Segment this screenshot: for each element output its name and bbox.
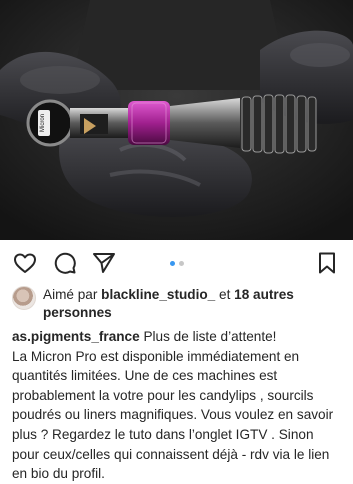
tattoo-machine-photo: Micron bbox=[0, 0, 353, 240]
carousel-dot-active bbox=[169, 261, 175, 266]
caption-text: Plus de liste d’attente! La Micron Pro e… bbox=[12, 329, 334, 482]
post-caption: as.pigments_france Plus de liste d’atten… bbox=[0, 322, 353, 484]
heart-icon[interactable] bbox=[12, 250, 38, 276]
caption-username[interactable]: as.pigments_france bbox=[12, 329, 140, 344]
carousel-dot bbox=[178, 261, 184, 266]
machine-label: Micron bbox=[40, 114, 46, 132]
paper-plane-icon[interactable] bbox=[91, 250, 117, 276]
post-actions-bar bbox=[0, 240, 353, 286]
likes-summary: Aimé par blackline_studio_ et 18 autres … bbox=[0, 286, 353, 322]
post-image[interactable]: Micron bbox=[0, 0, 353, 240]
carousel-indicator bbox=[169, 261, 184, 266]
likes-prefix: Aimé par bbox=[43, 287, 102, 302]
bookmark-icon[interactable] bbox=[314, 250, 340, 276]
comment-icon[interactable] bbox=[52, 250, 78, 276]
likes-connector: et bbox=[215, 287, 235, 302]
liker-avatar[interactable] bbox=[12, 286, 36, 310]
likes-text: Aimé par blackline_studio_ et 18 autres … bbox=[43, 286, 343, 322]
liker-username[interactable]: blackline_studio_ bbox=[101, 287, 215, 302]
